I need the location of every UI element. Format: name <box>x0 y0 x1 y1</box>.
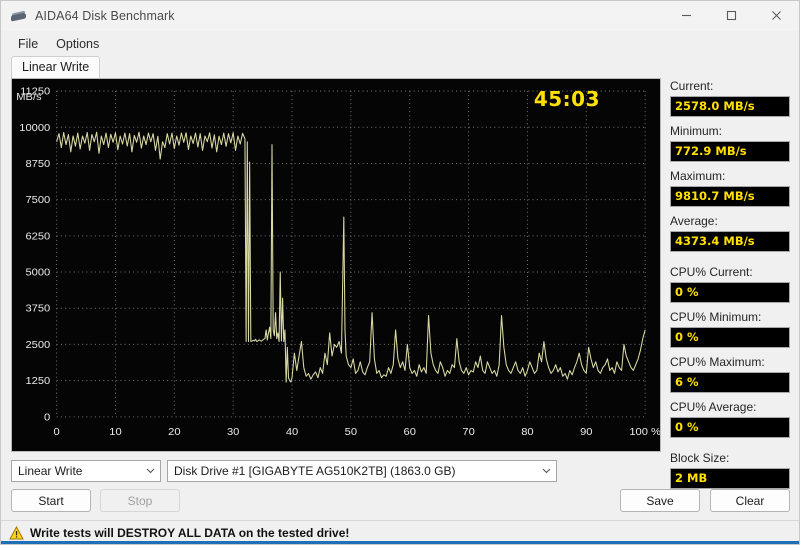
stat-current: Current: 2578.0 MB/s <box>670 79 790 117</box>
x-tick-label: 0 <box>54 426 60 438</box>
aida64-disk-benchmark-window: AIDA64 Disk Benchmark File Options Linea… <box>0 0 800 545</box>
stat-minimum-label: Minimum: <box>670 124 723 138</box>
drive-value: Disk Drive #1 [GIGABYTE AG510K2TB] (1863… <box>174 464 456 478</box>
window-controls <box>664 1 799 30</box>
y-tick-label: 3750 <box>25 303 50 315</box>
x-tick-label: 40 <box>286 426 298 438</box>
drive-select[interactable]: Disk Drive #1 [GIGABYTE AG510K2TB] (1863… <box>167 460 557 482</box>
x-tick-label: 60 <box>404 426 416 438</box>
y-tick-label: 8750 <box>25 158 50 170</box>
save-button[interactable]: Save <box>620 489 700 512</box>
x-tick-label: 20 <box>168 426 180 438</box>
title-bar: AIDA64 Disk Benchmark <box>1 1 799 31</box>
clear-button[interactable]: Clear <box>710 489 790 512</box>
chevron-down-icon <box>140 468 160 474</box>
x-tick-label: 80 <box>521 426 533 438</box>
controls-area: Linear Write Disk Drive #1 [GIGABYTE AG5… <box>1 452 799 512</box>
stat-maximum-label: Maximum: <box>670 169 726 183</box>
chart-canvas: MB/s012502500375050006250750087501000011… <box>16 86 660 438</box>
stat-maximum-value: 9810.7 MB/s <box>670 186 790 207</box>
body-area: MB/s 0 1250 2500 3750 5000 6250 7500 8750 10000 11… <box>1 78 799 489</box>
stat-cpu-average-value: 0 % <box>670 417 790 438</box>
stat-current-label: Current: <box>670 79 714 93</box>
tab-strip: Linear Write <box>1 56 799 78</box>
chevron-down-icon <box>536 468 556 474</box>
window-title: AIDA64 Disk Benchmark <box>35 8 175 23</box>
stat-minimum-value: 772.9 MB/s <box>670 141 790 162</box>
tab-linear-write[interactable]: Linear Write <box>11 56 101 78</box>
x-tick-label: 90 <box>580 426 592 438</box>
minimize-button[interactable] <box>664 1 709 30</box>
x-tick-label: 70 <box>462 426 474 438</box>
stat-cpu-current-label: CPU% Current: <box>670 265 753 279</box>
test-type-value: Linear Write <box>18 464 83 478</box>
stat-cpu-maximum-value: 6 % <box>670 372 790 393</box>
start-button[interactable]: Start <box>11 489 91 512</box>
close-button[interactable] <box>754 1 799 30</box>
stat-cpu-maximum-label: CPU% Maximum: <box>670 355 765 369</box>
warning-text: Write tests will DESTROY ALL DATA on the… <box>30 525 350 540</box>
stat-cpu-minimum: CPU% Minimum: 0 % <box>670 310 790 348</box>
menu-bar: File Options <box>1 31 799 56</box>
elapsed-timer: 45:03 <box>533 87 600 111</box>
y-tick-label: 5000 <box>25 267 50 279</box>
stat-cpu-minimum-label: CPU% Minimum: <box>670 310 762 324</box>
stat-cpu-current-value: 0 % <box>670 282 790 303</box>
test-type-select[interactable]: Linear Write <box>11 460 161 482</box>
stat-minimum: Minimum: 772.9 MB/s <box>670 124 790 162</box>
y-tick-label: 6250 <box>25 231 50 243</box>
disk-icon <box>10 8 28 24</box>
accent-strip <box>1 541 799 544</box>
y-tick-label: 11250 <box>20 86 50 98</box>
y-tick-label: 1250 <box>25 375 50 387</box>
warning-triangle-icon <box>9 525 24 540</box>
stat-cpu-average-label: CPU% Average: <box>670 400 757 414</box>
stat-current-value: 2578.0 MB/s <box>670 96 790 117</box>
selector-row: Linear Write Disk Drive #1 [GIGABYTE AG5… <box>11 460 790 482</box>
stat-average: Average: 4373.4 MB/s <box>670 214 790 252</box>
stat-cpu-maximum: CPU% Maximum: 6 % <box>670 355 790 393</box>
menu-item-options[interactable]: Options <box>47 34 108 54</box>
y-tick-label: 2500 <box>25 339 50 351</box>
maximize-button[interactable] <box>709 1 754 30</box>
stat-average-label: Average: <box>670 214 718 228</box>
statistics-panel: Current: 2578.0 MB/s Minimum: 772.9 MB/s Max… <box>670 78 790 489</box>
stat-cpu-minimum-value: 0 % <box>670 327 790 348</box>
stat-maximum: Maximum: 9810.7 MB/s <box>670 169 790 207</box>
button-row: Start Stop Save Clear <box>11 489 790 512</box>
stat-cpu-average: CPU% Average: 0 % <box>670 400 790 438</box>
benchmark-chart: MB/s 0 1250 2500 3750 5000 6250 7500 8750 10000 11… <box>11 78 661 452</box>
y-tick-label: 7500 <box>25 194 50 206</box>
x-tick-label: 50 <box>345 426 357 438</box>
stat-average-value: 4373.4 MB/s <box>670 231 790 252</box>
stat-cpu-current: CPU% Current: 0 % <box>670 265 790 303</box>
y-tick-label: 10000 <box>19 122 50 134</box>
x-tick-label: 30 <box>227 426 239 438</box>
menu-item-file[interactable]: File <box>9 34 47 54</box>
y-tick-label: 0 <box>44 412 50 424</box>
stop-button: Stop <box>100 489 180 512</box>
x-tick-label: 100 % <box>629 426 660 438</box>
x-tick-label: 10 <box>109 426 121 438</box>
